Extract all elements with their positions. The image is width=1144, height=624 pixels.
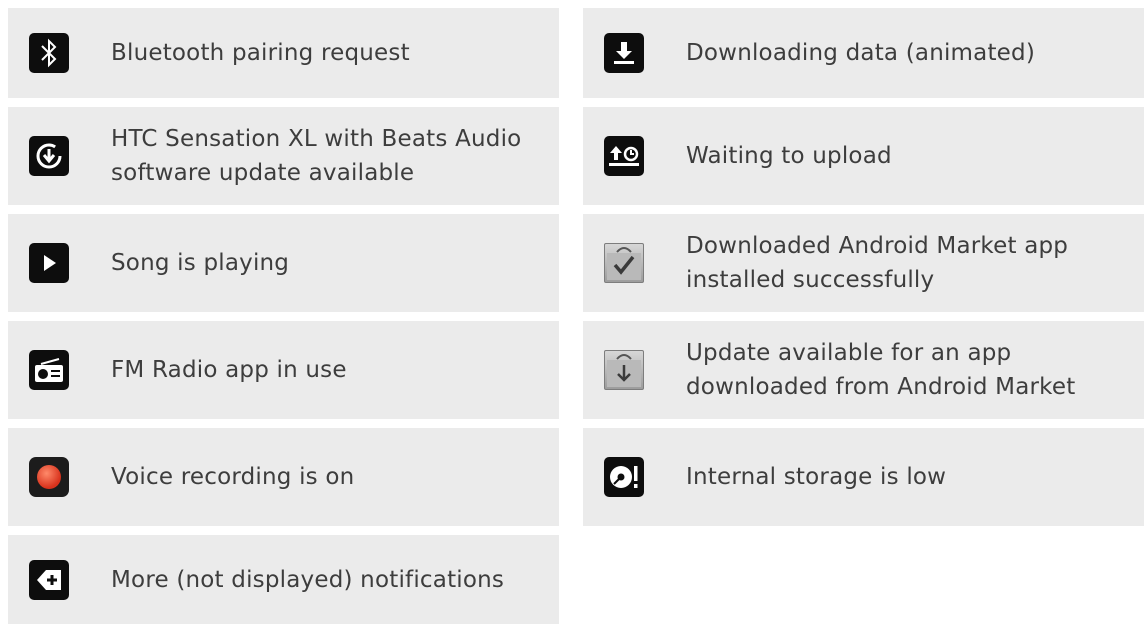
notification-label: Song is playing (111, 250, 290, 276)
notification-label: Downloading data (animated) (686, 40, 1035, 66)
notification-row: Waiting to upload (583, 107, 1144, 205)
notification-row: Update available for an app downloaded f… (583, 321, 1144, 419)
notification-label: FM Radio app in use (111, 357, 347, 383)
notification-row: FM Radio app in use (8, 321, 559, 419)
notification-label: Voice recording is on (111, 464, 355, 490)
market-update-icon (604, 350, 644, 390)
recording-icon (29, 457, 69, 497)
notification-row: Downloaded Android Market app installed … (583, 214, 1144, 312)
radio-icon (29, 350, 69, 390)
notification-label: Update available for an app downloaded f… (686, 340, 1076, 400)
notification-label: Waiting to upload (686, 143, 892, 169)
notification-row: Song is playing (8, 214, 559, 312)
market-installed-icon (604, 243, 644, 283)
bluetooth-icon (29, 33, 69, 73)
notification-label: HTC Sensation XL with Beats Audio softwa… (111, 126, 522, 186)
notification-label: More (not displayed) notifications (111, 566, 505, 593)
download-icon (604, 33, 644, 73)
storage-low-icon (604, 457, 644, 497)
play-icon (29, 243, 69, 283)
notification-row: Internal storage is low (583, 428, 1144, 526)
notification-row: HTC Sensation XL with Beats Audio softwa… (8, 107, 559, 205)
notification-row: Downloading data (animated) (583, 8, 1144, 98)
software-update-icon (29, 136, 69, 176)
notification-label: Downloaded Android Market app installed … (686, 233, 1069, 293)
notification-label: Bluetooth pairing request (111, 40, 410, 66)
notification-row: Voice recording is on (8, 428, 559, 526)
notification-label: Internal storage is low (686, 464, 947, 490)
waiting-upload-icon (604, 136, 644, 176)
notification-row: Bluetooth pairing request (8, 8, 559, 98)
notification-row: More (not displayed) notifications (8, 535, 559, 624)
more-notifications-icon (29, 559, 69, 600)
